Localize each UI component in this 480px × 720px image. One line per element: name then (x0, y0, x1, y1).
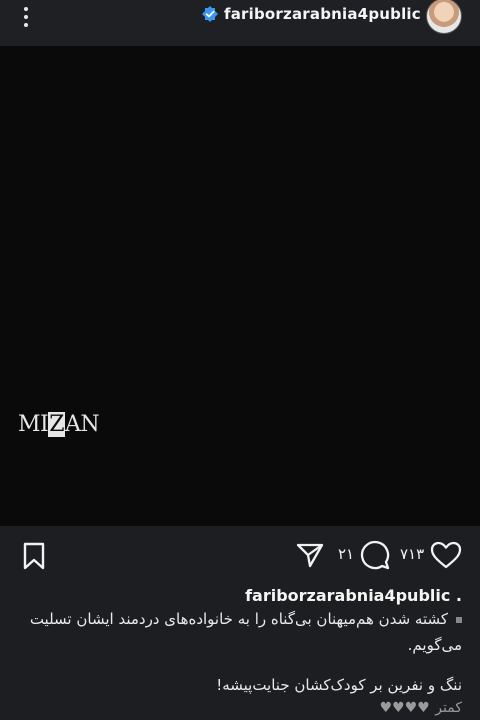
caption-text: کشته شدن هم‌میهنان بی‌گناه را به خانواده… (29, 610, 462, 654)
bullet-icon (456, 616, 462, 623)
author-avatar[interactable] (426, 0, 462, 34)
post-author-username[interactable]: fariborzarabnia4public (224, 5, 421, 23)
caption-username[interactable]: fariborzarabnia4public . (245, 586, 462, 605)
more-options-icon[interactable] (18, 6, 34, 28)
bookmark-icon[interactable] (22, 542, 46, 570)
heart-icon[interactable] (430, 540, 462, 570)
mizan-watermark-logo: MIZAN (18, 412, 100, 437)
post-media[interactable]: MIZAN (0, 46, 480, 526)
see-less-link[interactable]: کمتر ♥♥♥♥ (379, 700, 462, 716)
like-count[interactable]: ۷۱۳ (400, 545, 424, 563)
verified-badge-icon (202, 6, 218, 22)
caption-text-line2: ننگ و نفرین بر کودک‌کشان جنایت‌پیشه! (216, 676, 462, 694)
post-actions: ۲۱ ۷۱۳ (0, 528, 480, 580)
post-header: fariborzarabnia4public (0, 0, 480, 46)
comment-count[interactable]: ۲۱ (338, 545, 354, 563)
heart-emoji-icons: ♥♥♥♥ (379, 700, 430, 716)
comment-icon[interactable] (360, 540, 390, 570)
share-icon[interactable] (296, 542, 324, 568)
